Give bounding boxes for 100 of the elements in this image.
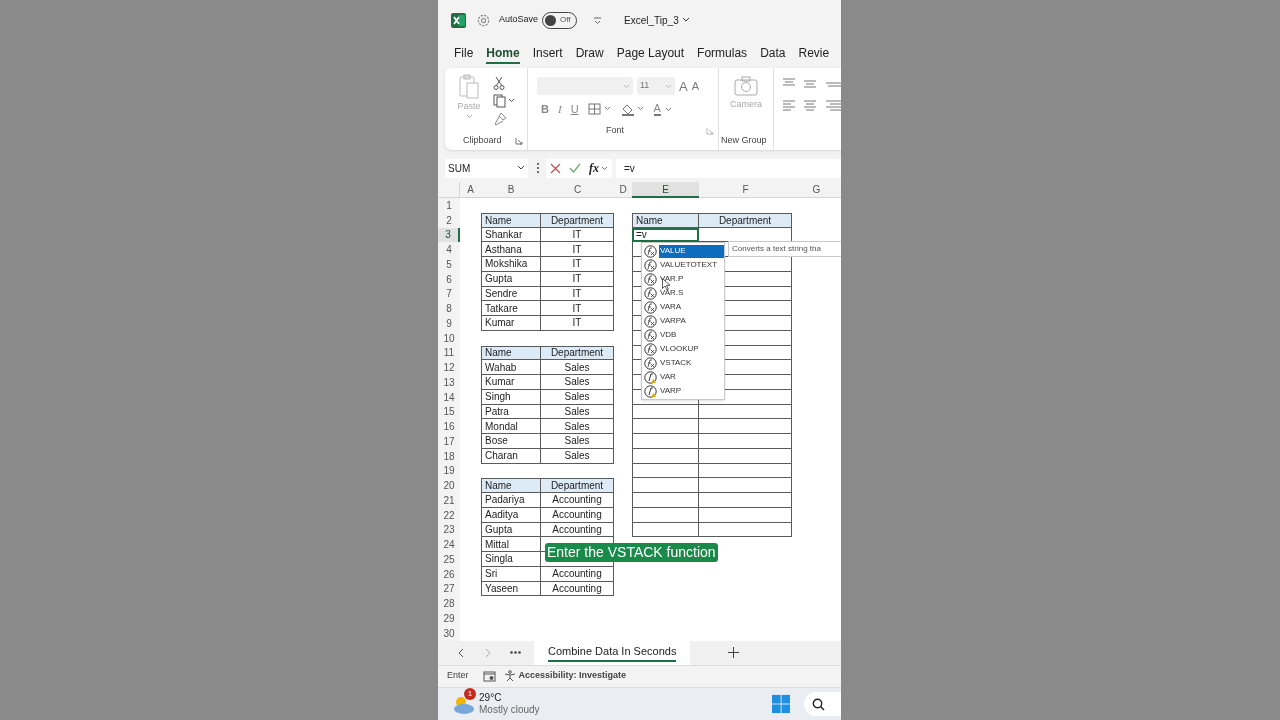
table-cell bbox=[632, 478, 699, 493]
warning-function-icon bbox=[644, 384, 657, 398]
weather-cloud-icon[interactable] bbox=[453, 695, 475, 715]
table-cell bbox=[632, 419, 699, 434]
name-box[interactable]: SUM bbox=[445, 158, 528, 178]
row-header[interactable]: 1 bbox=[438, 198, 460, 213]
macro-recorder-icon[interactable] bbox=[482, 670, 496, 682]
table-cell: Tatkare bbox=[481, 301, 541, 316]
more-sheets-icon[interactable] bbox=[510, 651, 521, 654]
more-options-icon[interactable] bbox=[536, 162, 540, 174]
function-option[interactable]: VAR bbox=[659, 371, 677, 383]
column-header[interactable]: D bbox=[614, 182, 632, 198]
column-header[interactable]: G bbox=[792, 182, 841, 198]
group-label: New Group bbox=[721, 134, 767, 148]
table-cell: Mondal bbox=[481, 419, 541, 434]
formula-field[interactable]: =v bbox=[616, 158, 841, 178]
cell-mode-status: Enter bbox=[447, 669, 469, 683]
function-option[interactable]: VLOOKUP bbox=[659, 343, 700, 355]
table-cell: Accounting bbox=[541, 507, 614, 523]
function-option[interactable]: VARP bbox=[659, 385, 683, 397]
menu-tab[interactable]: Data bbox=[760, 44, 786, 64]
function-option[interactable]: VARPA bbox=[659, 315, 687, 327]
table-cell: Sri bbox=[481, 566, 541, 582]
dialog-launcher-icon[interactable] bbox=[515, 137, 523, 145]
function-option[interactable]: VDB bbox=[659, 329, 678, 341]
table-cell: Padariya bbox=[481, 493, 541, 508]
table-cell: Mittal bbox=[481, 537, 541, 552]
taskbar-search-box[interactable] bbox=[803, 692, 841, 716]
row-header[interactable]: 13 bbox=[438, 375, 460, 390]
menu-tab[interactable]: Draw bbox=[575, 44, 604, 64]
table-cell: IT bbox=[541, 257, 614, 272]
shrink-font-button[interactable]: A bbox=[691, 80, 699, 92]
add-sheet-icon[interactable] bbox=[728, 647, 740, 658]
function-option[interactable]: VALUETOTEXT bbox=[659, 259, 719, 271]
column-header[interactable]: F bbox=[699, 182, 792, 198]
file-name-button[interactable]: Excel_Tip_3 bbox=[624, 12, 690, 28]
font-name-field[interactable] bbox=[537, 77, 633, 95]
copy-icon[interactable] bbox=[493, 94, 515, 108]
camera-icon bbox=[734, 76, 758, 96]
column-header[interactable]: A bbox=[460, 182, 481, 198]
grow-font-button[interactable]: A bbox=[679, 79, 688, 93]
cancel-icon[interactable] bbox=[550, 162, 561, 174]
excel-logo-icon bbox=[451, 12, 466, 28]
function-option[interactable]: VAR.S bbox=[659, 287, 685, 299]
function-icon bbox=[644, 286, 657, 300]
header-cell: Name bbox=[481, 212, 541, 228]
row-header[interactable]: 29 bbox=[438, 611, 460, 626]
menu-tab[interactable]: Formulas bbox=[697, 44, 748, 64]
table-cell: Bose bbox=[481, 434, 541, 449]
function-icon bbox=[644, 300, 657, 314]
format-painter-icon[interactable] bbox=[493, 112, 507, 126]
column-header[interactable]: B bbox=[481, 182, 541, 198]
sheet-tab[interactable]: Combine Data In Seconds bbox=[534, 640, 691, 665]
menu-tab[interactable]: Insert bbox=[532, 44, 563, 64]
row-header[interactable]: 21 bbox=[438, 493, 460, 508]
function-option[interactable]: VSTACK bbox=[659, 357, 693, 369]
row-header[interactable]: 5 bbox=[438, 257, 460, 272]
table-cell: Singla bbox=[481, 552, 541, 567]
table-cell: Asthana bbox=[481, 242, 541, 257]
function-icon bbox=[644, 272, 657, 286]
row-header[interactable]: 20 bbox=[438, 478, 460, 493]
row-header[interactable]: 17 bbox=[438, 434, 460, 449]
table-cell: IT bbox=[541, 286, 614, 302]
font-size-field[interactable]: 11 bbox=[637, 77, 675, 95]
chevron-icon bbox=[601, 165, 608, 171]
row-header[interactable]: 12 bbox=[438, 360, 460, 375]
bold-button[interactable]: B bbox=[541, 100, 549, 118]
italic-button[interactable]: I bbox=[557, 100, 562, 118]
row-header[interactable]: 4 bbox=[438, 242, 460, 257]
accessibility-status-button[interactable]: Accessibility: Investigate bbox=[503, 669, 627, 683]
cut-icon[interactable] bbox=[493, 76, 505, 90]
font-color-button[interactable]: A bbox=[653, 102, 672, 116]
customize-toolbar-icon[interactable] bbox=[593, 15, 603, 25]
menu-tab[interactable]: Revie bbox=[798, 44, 830, 64]
table-cell: Accounting bbox=[541, 522, 614, 538]
table-cell: IT bbox=[541, 316, 614, 331]
row-header[interactable]: 28 bbox=[438, 596, 460, 611]
underline-button[interactable]: U bbox=[570, 100, 579, 118]
row-header[interactable]: 16 bbox=[438, 419, 460, 434]
menu-tab[interactable]: File bbox=[454, 44, 474, 64]
menu-tab[interactable]: Home bbox=[486, 44, 520, 64]
function-option[interactable]: VARA bbox=[659, 301, 683, 313]
function-option[interactable]: VAR.P bbox=[659, 273, 685, 285]
table-cell: Sales bbox=[541, 434, 614, 449]
previous-sheet-icon[interactable] bbox=[457, 647, 465, 658]
enter-check-icon[interactable] bbox=[569, 163, 581, 173]
row-header[interactable]: 25 bbox=[438, 552, 460, 567]
function-option[interactable]: VALUE bbox=[659, 244, 724, 258]
header-cell: Department bbox=[541, 478, 614, 493]
fill-color-icon[interactable] bbox=[620, 102, 645, 116]
borders-icon[interactable] bbox=[587, 103, 612, 115]
table-cell: Kumar bbox=[481, 316, 541, 331]
column-header[interactable]: C bbox=[541, 182, 614, 198]
row-header[interactable]: 9 bbox=[438, 316, 460, 331]
settings-icon[interactable] bbox=[476, 12, 491, 28]
column-header[interactable]: E bbox=[632, 182, 699, 198]
row-header[interactable]: 8 bbox=[438, 301, 460, 316]
row-header[interactable]: 24 bbox=[438, 537, 460, 552]
menu-tab[interactable]: Page Layout bbox=[616, 44, 685, 64]
windows-start-icon[interactable] bbox=[771, 694, 790, 714]
